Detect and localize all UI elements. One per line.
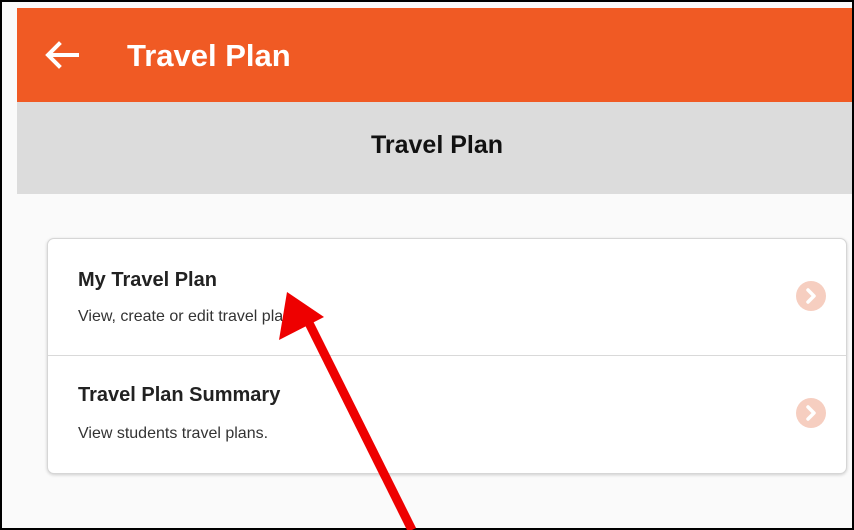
- chevron-right-icon[interactable]: [796, 398, 826, 428]
- menu-item-title: Travel Plan Summary: [78, 384, 281, 406]
- back-button[interactable]: [43, 40, 79, 70]
- content-area: My Travel Plan View, create or edit trav…: [17, 194, 852, 528]
- menu-card: My Travel Plan View, create or edit trav…: [47, 238, 847, 474]
- menu-item-subtitle: View, create or edit travel plans.: [78, 308, 305, 325]
- menu-item-my-travel-plan[interactable]: My Travel Plan View, create or edit trav…: [48, 239, 846, 356]
- chevron-right-icon[interactable]: [796, 281, 826, 311]
- menu-item-travel-plan-summary[interactable]: Travel Plan Summary View students travel…: [48, 356, 846, 472]
- section-header: Travel Plan: [17, 102, 852, 194]
- menu-item-title: My Travel Plan: [78, 269, 217, 291]
- section-title: Travel Plan: [370, 131, 504, 159]
- arrow-left-icon: [45, 41, 79, 69]
- menu-item-subtitle: View students travel plans.: [78, 425, 269, 442]
- app-bar-title: Travel Plan: [127, 38, 291, 73]
- app-screen: Travel Plan Travel Plan My Travel Plan V…: [0, 0, 854, 530]
- app-bar: Travel Plan: [17, 8, 852, 102]
